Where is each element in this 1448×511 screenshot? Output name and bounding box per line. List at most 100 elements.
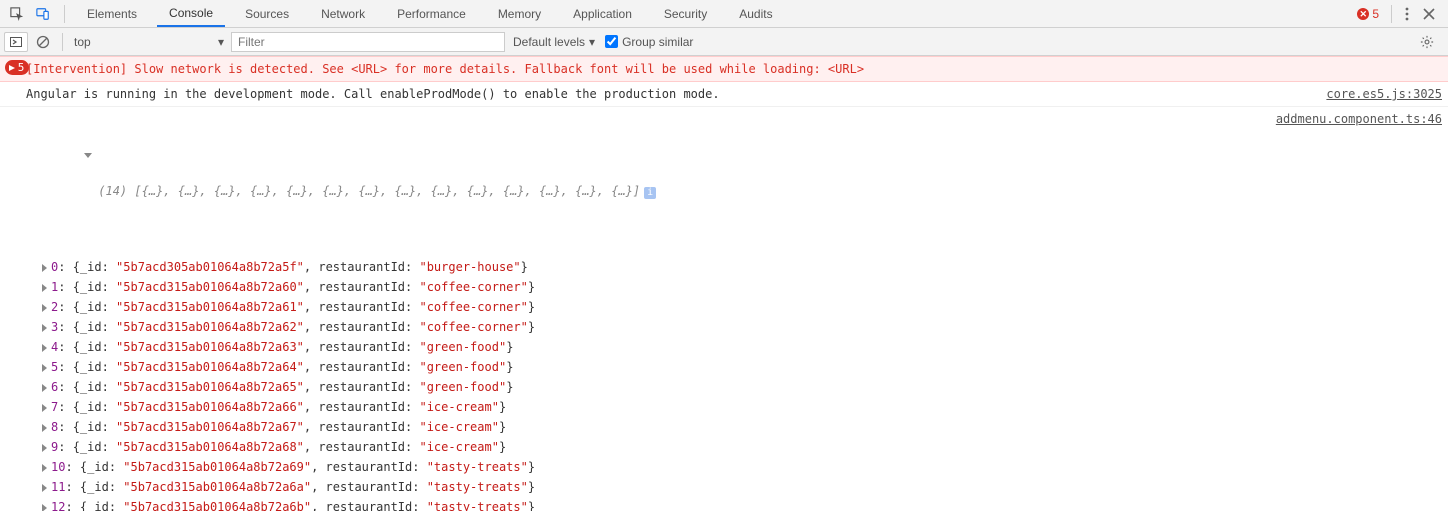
array-item[interactable]: 12: {_id: "5b7acd315ab01064a8b72a6b", re… (0, 497, 1448, 511)
execution-context-selector[interactable]: top ▾ (67, 32, 231, 52)
item-id: "5b7acd315ab01064a8b72a6a" (123, 480, 311, 494)
close-devtools-icon[interactable] (1420, 3, 1438, 25)
filter-input[interactable] (231, 32, 505, 52)
log-levels-selector[interactable]: Default levels ▾ (513, 35, 595, 49)
tab-performance[interactable]: Performance (385, 0, 478, 27)
expand-triangle-down-icon[interactable] (84, 153, 92, 158)
tab-console[interactable]: Console (157, 0, 225, 27)
item-restaurant-id: "tasty-treats" (427, 460, 528, 474)
array-item[interactable]: 11: {_id: "5b7acd315ab01064a8b72a6a", re… (0, 477, 1448, 497)
array-preview: [{…}, {…}, {…}, {…}, {…}, {…}, {…}, {…},… (134, 184, 640, 198)
context-label: top (74, 35, 91, 49)
array-item[interactable]: 8: {_id: "5b7acd315ab01064a8b72a67", res… (0, 417, 1448, 437)
expand-triangle-icon[interactable] (42, 284, 47, 292)
expand-triangle-icon[interactable] (42, 344, 47, 352)
expand-triangle-icon[interactable] (42, 464, 47, 472)
toggle-device-toolbar-icon[interactable] (32, 3, 54, 25)
expand-triangle-icon[interactable] (42, 264, 47, 272)
item-index: 10 (51, 460, 65, 474)
console-toolbar: top ▾ Default levels ▾ Group similar (0, 28, 1448, 56)
toggle-console-sidebar-button[interactable] (4, 32, 28, 52)
inspect-element-icon[interactable] (6, 3, 28, 25)
array-item[interactable]: 9: {_id: "5b7acd315ab01064a8b72a68", res… (0, 437, 1448, 457)
item-id: "5b7acd315ab01064a8b72a67" (116, 420, 304, 434)
array-item[interactable]: 5: {_id: "5b7acd315ab01064a8b72a64", res… (0, 357, 1448, 377)
item-id: "5b7acd305ab01064a8b72a5f" (116, 260, 304, 274)
item-id: "5b7acd315ab01064a8b72a66" (116, 400, 304, 414)
devtools-tabstrip: Elements Console Sources Network Performance… (0, 0, 1448, 28)
array-item[interactable]: 10: {_id: "5b7acd315ab01064a8b72a69", re… (0, 457, 1448, 477)
clear-console-icon[interactable] (32, 31, 54, 53)
item-restaurant-id: "coffee-corner" (419, 280, 527, 294)
array-item[interactable]: 3: {_id: "5b7acd315ab01064a8b72a62", res… (0, 317, 1448, 337)
expand-triangle-icon[interactable] (42, 364, 47, 372)
item-restaurant-id: "ice-cream" (419, 440, 498, 454)
expand-triangle-icon (8, 64, 16, 72)
tab-network[interactable]: Network (309, 0, 377, 27)
kebab-menu-icon[interactable] (1398, 3, 1416, 25)
separator (64, 5, 65, 23)
console-message-array[interactable]: (14) [{…}, {…}, {…}, {…}, {…}, {…}, {…},… (0, 107, 1448, 257)
message-source-link[interactable]: core.es5.js:3025 (1314, 85, 1442, 103)
item-restaurant-id: "coffee-corner" (419, 320, 527, 334)
item-restaurant-id: "green-food" (419, 380, 506, 394)
separator (1391, 5, 1392, 23)
item-id: "5b7acd315ab01064a8b72a64" (116, 360, 304, 374)
item-restaurant-id: "coffee-corner" (419, 300, 527, 314)
message-gutter (8, 85, 26, 103)
repeat-count: 5 (18, 59, 25, 77)
message-text: Angular is running in the development mo… (26, 85, 1314, 103)
message-text: [Intervention] Slow network is detected.… (26, 60, 1442, 78)
devtools-tabs: Elements Console Sources Network Performance… (71, 0, 789, 27)
tab-application[interactable]: Application (561, 0, 644, 27)
item-restaurant-id: "ice-cream" (419, 400, 498, 414)
item-restaurant-id: "tasty-treats" (427, 500, 528, 511)
item-restaurant-id: "green-food" (419, 340, 506, 354)
expand-triangle-icon[interactable] (42, 504, 47, 511)
group-similar-checkbox[interactable]: Group similar (605, 35, 693, 49)
tab-security[interactable]: Security (652, 0, 719, 27)
item-id: "5b7acd315ab01064a8b72a65" (116, 380, 304, 394)
item-id: "5b7acd315ab01064a8b72a6b" (123, 500, 311, 511)
item-restaurant-id: "ice-cream" (419, 420, 498, 434)
console-settings-icon[interactable] (1416, 31, 1438, 53)
array-item[interactable]: 4: {_id: "5b7acd315ab01064a8b72a63", res… (0, 337, 1448, 357)
item-restaurant-id: "tasty-treats" (427, 480, 528, 494)
item-id: "5b7acd315ab01064a8b72a61" (116, 300, 304, 314)
message-gutter (8, 110, 26, 254)
separator (62, 33, 63, 51)
expand-triangle-icon[interactable] (42, 324, 47, 332)
expand-triangle-icon[interactable] (42, 484, 47, 492)
message-source-link[interactable]: addmenu.component.ts:46 (1264, 110, 1442, 254)
tab-memory[interactable]: Memory (486, 0, 553, 27)
expand-triangle-icon[interactable] (42, 424, 47, 432)
message-repeat-badge: 5 (8, 60, 26, 78)
error-dot-icon: ✕ (1357, 8, 1369, 20)
expand-triangle-icon[interactable] (42, 444, 47, 452)
item-restaurant-id: "burger-house" (419, 260, 520, 274)
array-item[interactable]: 0: {_id: "5b7acd305ab01064a8b72a5f", res… (0, 257, 1448, 277)
item-id: "5b7acd315ab01064a8b72a62" (116, 320, 304, 334)
array-item[interactable]: 6: {_id: "5b7acd315ab01064a8b72a65", res… (0, 377, 1448, 397)
console-message-error[interactable]: 5 [Intervention] Slow network is detecte… (0, 56, 1448, 82)
tab-elements[interactable]: Elements (75, 0, 149, 27)
expand-triangle-icon[interactable] (42, 404, 47, 412)
item-restaurant-id: "green-food" (419, 360, 506, 374)
item-id: "5b7acd315ab01064a8b72a60" (116, 280, 304, 294)
info-icon[interactable]: i (644, 187, 656, 199)
array-item[interactable]: 1: {_id: "5b7acd315ab01064a8b72a60", res… (0, 277, 1448, 297)
array-item[interactable]: 2: {_id: "5b7acd315ab01064a8b72a61", res… (0, 297, 1448, 317)
expand-triangle-icon[interactable] (42, 304, 47, 312)
tab-sources[interactable]: Sources (233, 0, 301, 27)
error-count-badge[interactable]: ✕ 5 (1357, 7, 1379, 21)
expand-triangle-icon[interactable] (42, 384, 47, 392)
item-id: "5b7acd315ab01064a8b72a68" (116, 440, 304, 454)
array-item[interactable]: 7: {_id: "5b7acd315ab01064a8b72a66", res… (0, 397, 1448, 417)
item-id: "5b7acd315ab01064a8b72a63" (116, 340, 304, 354)
tab-audits[interactable]: Audits (727, 0, 784, 27)
group-similar-input[interactable] (605, 35, 618, 48)
console-message-log[interactable]: Angular is running in the development mo… (0, 82, 1448, 107)
error-count: 5 (1372, 7, 1379, 21)
levels-label: Default levels (513, 35, 585, 49)
item-index: 12 (51, 500, 65, 511)
